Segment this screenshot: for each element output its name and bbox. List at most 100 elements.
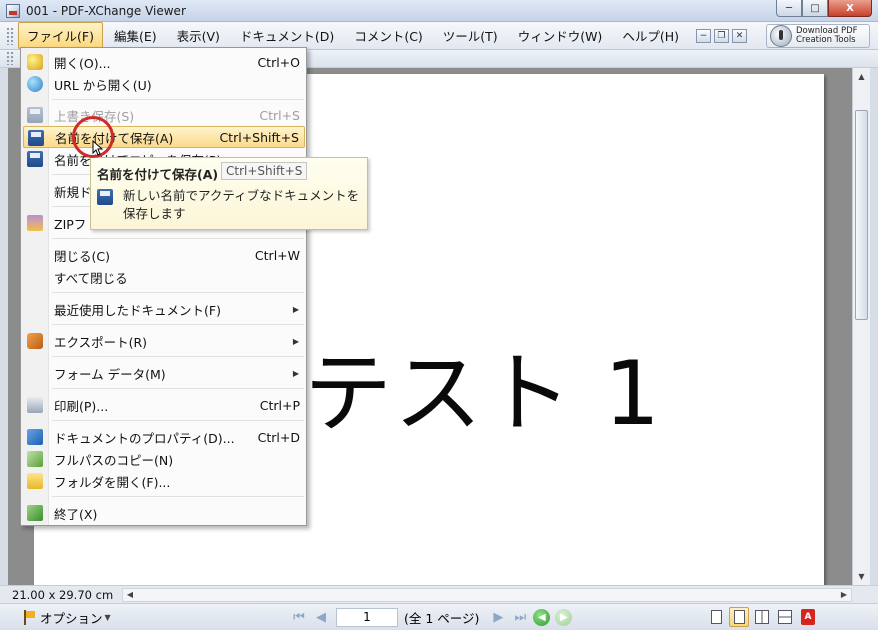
menu-item-label: 開く(O)...: [54, 55, 111, 71]
open-icon: [27, 54, 43, 70]
toolbar-grip-2[interactable]: [6, 51, 14, 65]
scroll-down-arrow-icon[interactable]: ▼: [853, 568, 870, 585]
title-bar: 001 - PDF-XChange Viewer ─ □ X: [0, 0, 878, 22]
menu-document[interactable]: ドキュメント(D): [231, 22, 343, 49]
tooltip-shortcut: Ctrl+Shift+S: [221, 162, 308, 180]
close-button[interactable]: X: [828, 0, 872, 17]
scroll-up-arrow-icon[interactable]: ▲: [853, 68, 870, 85]
menu-item-properties[interactable]: ドキュメントのプロパティ(D)... Ctrl+D: [23, 426, 305, 448]
options-button[interactable]: オプション ▼: [24, 608, 111, 627]
menu-help[interactable]: ヘルプ(H): [613, 22, 688, 49]
url-icon: [27, 76, 43, 92]
download-pdf-tools-button[interactable]: Download PDF Creation Tools: [766, 24, 870, 48]
menu-window[interactable]: ウィンドウ(W): [509, 22, 612, 49]
continuous-page-icon: [733, 610, 745, 624]
menu-item-close-all[interactable]: すべて閉じる: [23, 266, 305, 288]
menu-separator: [52, 238, 304, 239]
forward-view-icon[interactable]: ▶: [555, 609, 573, 626]
vertical-scrollbar[interactable]: ▲ ▼: [852, 68, 870, 585]
window-controls: ─ □ X: [776, 0, 872, 17]
toolbar-grip[interactable]: [6, 26, 14, 45]
page-layout-buttons: A: [706, 607, 821, 627]
menu-item-label: URL から開く(U): [54, 77, 152, 93]
menu-item-open[interactable]: 開く(O)... Ctrl+O: [23, 51, 305, 73]
page-navigation: ⏮ ◀ 1 (全 1 ページ) ▶ ⏭ ◀ ▶: [290, 608, 577, 627]
menu-item-open-folder[interactable]: フォルダを開く(F)...: [23, 470, 305, 492]
menu-item-shortcut: Ctrl+P: [259, 397, 300, 413]
menu-item-close[interactable]: 閉じる(C) Ctrl+W: [23, 244, 305, 266]
menu-item-label: 閉じる(C): [54, 248, 110, 264]
menu-item-label: フォルダを開く(F)...: [54, 474, 171, 490]
menu-comment[interactable]: コメント(C): [345, 22, 431, 49]
document-text: テスト 1: [304, 342, 662, 445]
menu-view[interactable]: 表示(V): [168, 22, 229, 49]
menu-item-print[interactable]: 印刷(P)... Ctrl+P: [23, 394, 305, 416]
save-as-tooltip: 名前を付けて保存(A) Ctrl+Shift+S 新しい名前でアクティブなドキュ…: [90, 157, 368, 230]
tooltip-title: 名前を付けて保存(A): [97, 167, 219, 182]
menu-item-save[interactable]: 上書き保存(S) Ctrl+S: [23, 104, 305, 126]
menu-item-open-url[interactable]: URL から開く(U): [23, 73, 305, 95]
flag-icon: [24, 610, 36, 625]
submenu-arrow-icon: ▶: [292, 368, 299, 378]
doc-restore-button[interactable]: ❐: [713, 28, 729, 43]
document-window-controls: − ❐ ✕: [695, 28, 750, 43]
pdf-button[interactable]: A: [798, 607, 818, 627]
doc-minimize-button[interactable]: −: [695, 28, 711, 43]
continuous-facing-icon: [778, 610, 792, 624]
menu-item-label: エクスポート(R): [54, 334, 148, 350]
previous-page-icon[interactable]: ◀: [312, 609, 330, 627]
menu-separator: [52, 99, 304, 100]
menu-item-export[interactable]: エクスポート(R) ▶: [23, 330, 305, 352]
menu-item-exit[interactable]: 終了(X): [23, 502, 305, 524]
single-page-icon: [710, 610, 722, 624]
menu-item-label: フルパスのコピー(N): [54, 452, 174, 468]
facing-layout-button[interactable]: [752, 607, 772, 627]
menu-bar: ファイル(F) 編集(E) 表示(V) ドキュメント(D) コメント(C) ツー…: [0, 22, 878, 50]
scroll-left-arrow-icon[interactable]: ◀: [123, 589, 137, 601]
doc-close-button[interactable]: ✕: [731, 28, 747, 43]
print-icon: [27, 397, 43, 413]
page-total-label: (全 1 ページ): [404, 611, 480, 626]
menu-file[interactable]: ファイル(F): [18, 22, 103, 49]
menu-item-shortcut: Ctrl+W: [254, 247, 300, 263]
maximize-button[interactable]: □: [802, 0, 828, 17]
mouse-cursor-icon: [92, 140, 104, 156]
save-as-icon: [28, 130, 44, 146]
vertical-scroll-thumb[interactable]: [855, 110, 868, 320]
back-view-icon[interactable]: ◀: [533, 609, 551, 626]
last-page-icon[interactable]: ⏭: [511, 609, 529, 627]
menu-edit[interactable]: 編集(E): [105, 22, 166, 49]
menu-item-label: すべて閉じる: [54, 270, 128, 286]
app-icon: [6, 3, 20, 18]
scroll-right-arrow-icon[interactable]: ▶: [837, 589, 851, 601]
menu-separator: [52, 420, 304, 421]
download-label: Download PDF Creation Tools: [796, 27, 858, 45]
menu-separator: [52, 388, 304, 389]
menu-item-copy-full-path[interactable]: フルパスのコピー(N): [23, 448, 305, 470]
menu-item-label: 印刷(P)...: [54, 398, 109, 414]
hand-cursor-icon: [770, 25, 792, 47]
minimize-button[interactable]: ─: [776, 0, 802, 17]
exit-icon: [27, 505, 43, 521]
menu-item-shortcut: Ctrl+Shift+S: [219, 129, 299, 145]
single-page-layout-button[interactable]: [706, 607, 726, 627]
window-title: 001 - PDF-XChange Viewer: [26, 3, 186, 18]
menu-item-label: ZIPフ: [54, 216, 87, 232]
menu-item-form-data[interactable]: フォーム データ(M) ▶: [23, 362, 305, 384]
first-page-icon[interactable]: ⏮: [290, 609, 308, 627]
menu-item-recent-documents[interactable]: 最近使用したドキュメント(F) ▶: [23, 298, 305, 320]
menu-item-shortcut: Ctrl+O: [257, 54, 300, 70]
menu-separator: [52, 356, 304, 357]
continuous-facing-layout-button[interactable]: [775, 607, 795, 627]
tooltip-description: 新しい名前でアクティブなドキュメントを保存します: [123, 188, 360, 221]
page-number-input[interactable]: 1: [336, 608, 398, 627]
menu-item-label: 新規ド: [54, 184, 92, 200]
continuous-layout-button[interactable]: [729, 607, 749, 627]
menu-separator: [52, 324, 304, 325]
next-page-icon[interactable]: ▶: [489, 609, 507, 627]
menu-separator: [52, 496, 304, 497]
status-bar: 21.00 x 29.70 cm ◀ ▶: [0, 585, 878, 603]
menu-tools[interactable]: ツール(T): [434, 22, 507, 49]
menu-item-save-as[interactable]: 名前を付けて保存(A) Ctrl+Shift+S: [23, 126, 305, 148]
horizontal-scrollbar[interactable]: ◀ ▶: [122, 588, 852, 602]
